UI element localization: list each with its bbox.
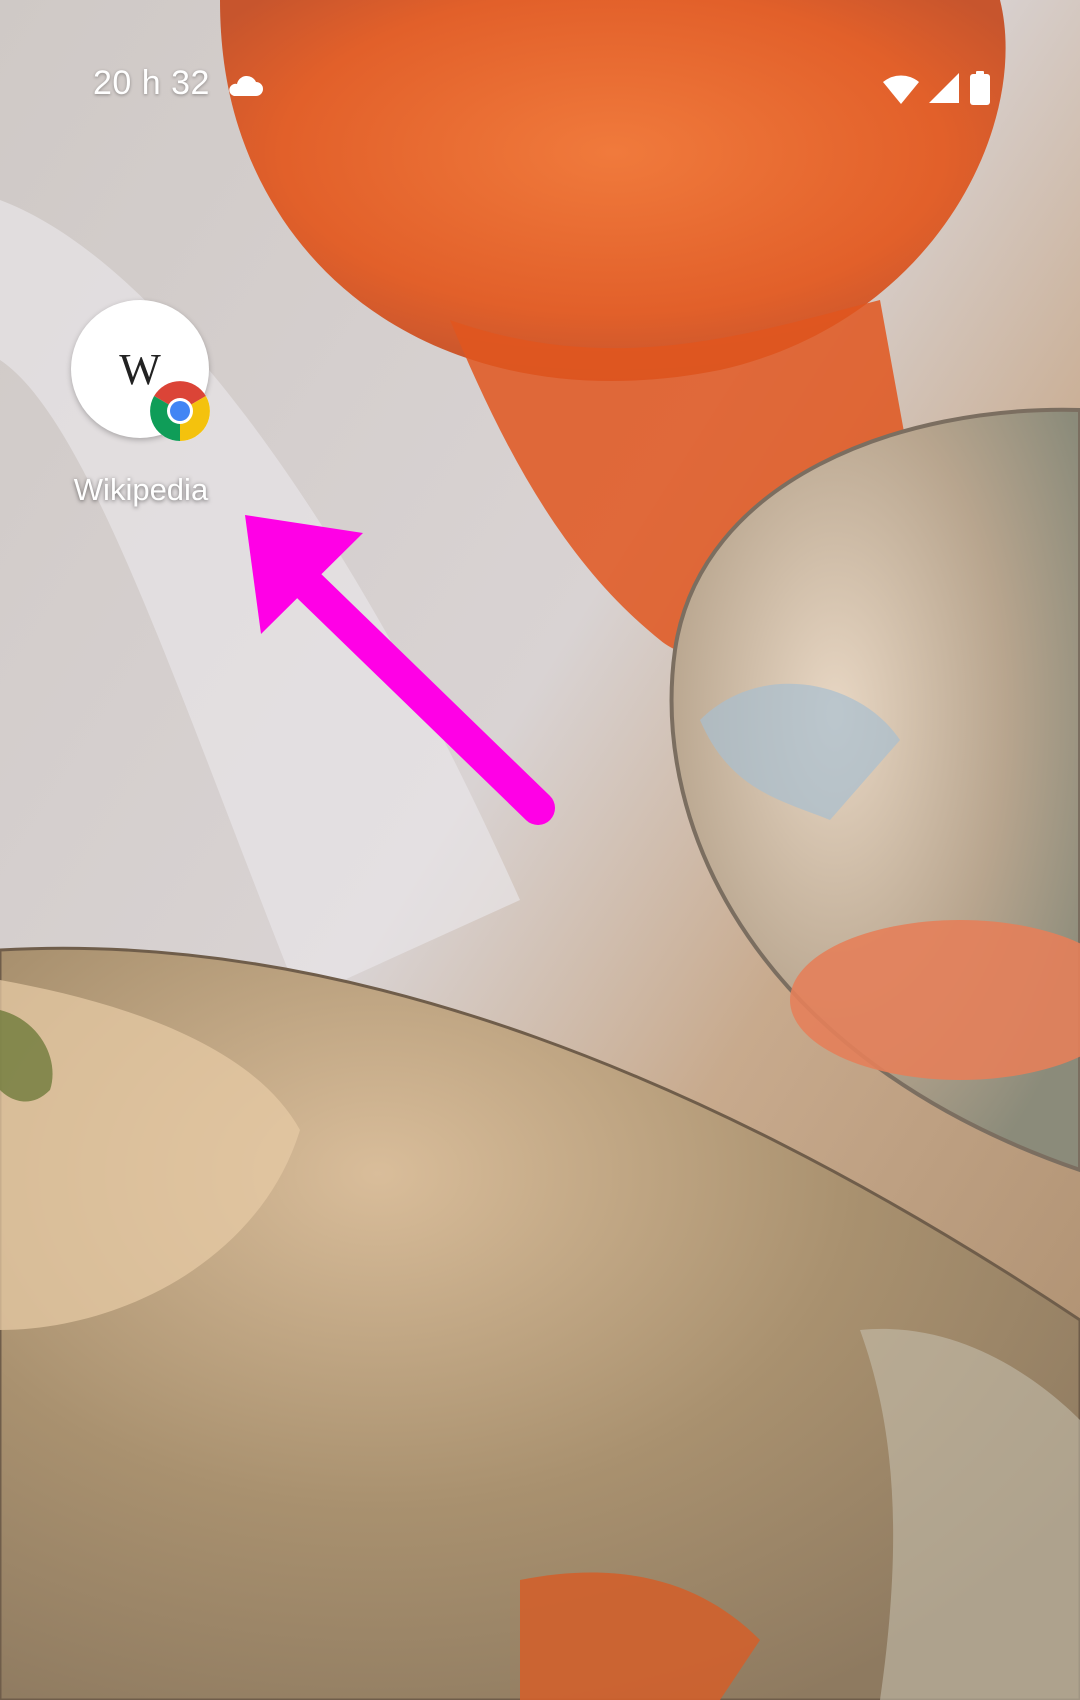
status-bar: 20 h 32 (0, 0, 1080, 180)
chrome-icon (150, 381, 210, 441)
status-time: 20 h 32 (93, 64, 210, 102)
wallpaper (0, 0, 1080, 1700)
wifi-icon (883, 75, 919, 104)
battery-icon (970, 71, 990, 105)
cloud-icon (229, 75, 263, 96)
shortcut-label: Wikipedia (73, 472, 209, 507)
cellular-signal-icon (929, 73, 959, 103)
system-icons (882, 68, 992, 108)
